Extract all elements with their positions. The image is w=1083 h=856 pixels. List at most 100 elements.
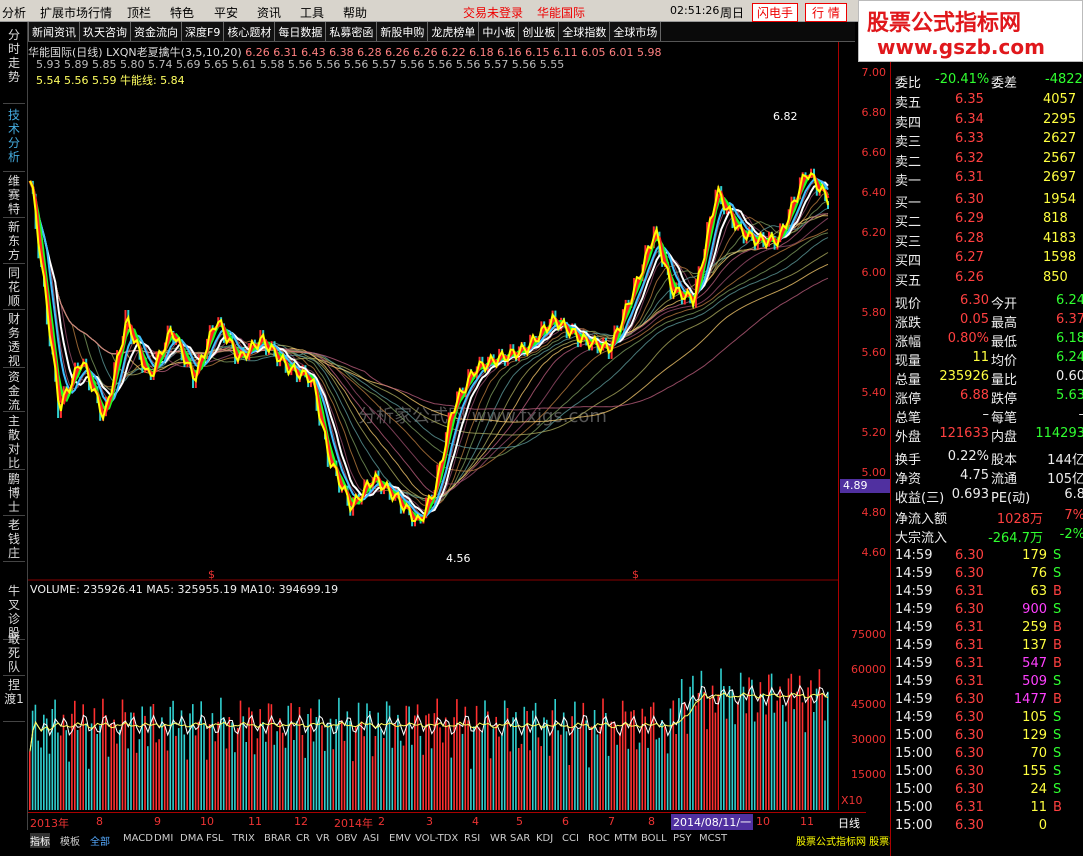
volume-bar bbox=[517, 748, 520, 810]
tab-brar[interactable]: BRAR bbox=[264, 833, 291, 844]
volume-bar bbox=[546, 719, 548, 810]
ask-row[interactable]: 卖四 6.34 2295 bbox=[893, 110, 1083, 131]
stat-value: – bbox=[1033, 407, 1083, 422]
tab-macd[interactable]: MACD bbox=[123, 833, 153, 844]
bid-row[interactable]: 买二 6.29 818 bbox=[893, 209, 1083, 230]
side-tab[interactable]: 资金流 bbox=[3, 370, 25, 412]
side-tab[interactable]: 财务透视 bbox=[3, 312, 25, 368]
tab-rsi[interactable]: RSI bbox=[464, 833, 480, 844]
volume-bar bbox=[31, 710, 34, 810]
side-tab[interactable]: 敢死队 bbox=[3, 632, 25, 676]
side-tab[interactable]: 主散对比 bbox=[3, 414, 25, 470]
tab-indicators[interactable]: 指标 bbox=[30, 833, 50, 848]
bid-row[interactable]: 买一 6.30 1954 bbox=[893, 190, 1083, 211]
menu-help[interactable]: 帮助 bbox=[343, 4, 367, 21]
tick-row[interactable]: 14:59 6.30 900 S bbox=[893, 600, 1083, 619]
tick-row[interactable]: 14:59 6.31 63 B bbox=[893, 582, 1083, 601]
tick-row[interactable]: 15:00 6.31 11 B bbox=[893, 798, 1083, 817]
ask-row[interactable]: 卖三 6.33 2627 bbox=[893, 129, 1083, 150]
bid-row[interactable]: 买五 6.26 850 bbox=[893, 268, 1083, 289]
toolbar-item[interactable]: 新股申购 bbox=[377, 22, 429, 41]
toolbar-item[interactable]: 新闻资讯 bbox=[29, 22, 80, 41]
tick-row[interactable]: 15:00 6.30 129 S bbox=[893, 726, 1083, 745]
tab-all[interactable]: 全部 bbox=[90, 833, 110, 848]
tab-templates[interactable]: 模板 bbox=[60, 833, 80, 848]
tab-vol-tdx[interactable]: VOL-TDX bbox=[415, 833, 458, 844]
tab-boll[interactable]: BOLL bbox=[641, 833, 667, 844]
side-tab[interactable]: 捏渡1 bbox=[3, 678, 25, 722]
bid-level: 买二 bbox=[895, 215, 922, 230]
toolbar-item[interactable]: 龙虎榜单 bbox=[428, 22, 480, 41]
side-tab[interactable]: 同花顺 bbox=[3, 266, 25, 310]
tab-emv[interactable]: EMV bbox=[389, 833, 411, 844]
tick-row[interactable]: 15:00 6.30 155 S bbox=[893, 762, 1083, 781]
tab-sar[interactable]: SAR bbox=[510, 833, 530, 844]
volume-bar bbox=[287, 705, 290, 810]
tab-psy[interactable]: PSY bbox=[673, 833, 692, 844]
tab-asi[interactable]: ASI bbox=[363, 833, 379, 844]
menu-tools[interactable]: 工具 bbox=[300, 4, 324, 21]
bid-row[interactable]: 买三 6.28 4183 bbox=[893, 229, 1083, 250]
toolbar-item[interactable]: 全球市场 bbox=[610, 22, 662, 41]
tab-roc[interactable]: ROC bbox=[588, 833, 610, 844]
period-label[interactable]: 日线 bbox=[838, 815, 860, 831]
tab-trix[interactable]: TRIX bbox=[232, 833, 255, 844]
toolbar-item[interactable]: 资金流向 bbox=[131, 22, 182, 41]
tab-kdj[interactable]: KDJ bbox=[536, 833, 553, 844]
side-tab[interactable]: 鹏博士 bbox=[3, 472, 25, 516]
tick-row[interactable]: 14:59 6.30 1477 B bbox=[893, 690, 1083, 709]
tick-row[interactable]: 15:00 6.30 70 S bbox=[893, 744, 1083, 763]
toolbar-item[interactable]: 核心题材 bbox=[224, 22, 276, 41]
menu-pingan[interactable]: 平安 bbox=[214, 4, 238, 21]
menu-news[interactable]: 资讯 bbox=[257, 4, 281, 21]
tick-row[interactable]: 14:59 6.30 105 S bbox=[893, 708, 1083, 727]
ask-row[interactable]: 卖二 6.32 2567 bbox=[893, 149, 1083, 170]
date-tick: 5 bbox=[516, 815, 523, 828]
tick-row[interactable]: 14:59 6.30 179 S bbox=[893, 546, 1083, 565]
menu-analysis[interactable]: 分析 bbox=[2, 4, 26, 21]
toolbar-item[interactable]: 每日数据 bbox=[275, 22, 327, 41]
price-tick: 4.60 bbox=[861, 546, 887, 559]
tick-row[interactable]: 14:59 6.31 137 B bbox=[893, 636, 1083, 655]
flash-order-button[interactable]: 闪电手 bbox=[752, 3, 799, 22]
toolbar-item[interactable]: 私募密函 bbox=[326, 22, 378, 41]
tick-row[interactable]: 14:59 6.31 509 S bbox=[893, 672, 1083, 691]
side-tab[interactable]: 新东方 bbox=[3, 220, 25, 264]
tab-mcst[interactable]: MCST bbox=[699, 833, 727, 844]
tick-row[interactable]: 14:59 6.30 76 S bbox=[893, 564, 1083, 583]
toolbar-item[interactable]: 全球指数 bbox=[559, 22, 611, 41]
menu-top-bar[interactable]: 顶栏 bbox=[127, 4, 151, 21]
tab-dma[interactable]: DMA bbox=[180, 833, 203, 844]
tab-dmi[interactable]: DMI bbox=[154, 833, 173, 844]
trade-status[interactable]: 交易未登录 bbox=[463, 4, 523, 21]
side-tab[interactable]: 维赛特 bbox=[3, 174, 25, 218]
tick-row[interactable]: 14:59 6.31 547 B bbox=[893, 654, 1083, 673]
toolbar-item[interactable]: 深度F9 bbox=[182, 22, 225, 41]
tick-row[interactable]: 15:00 6.30 0 bbox=[893, 816, 1083, 835]
kline-chart[interactable]: 分析家公式网 www.fxjgs.com 6.82 4.56 $ $ bbox=[28, 42, 838, 810]
tab-fsl[interactable]: FSL bbox=[206, 833, 224, 844]
ask-price: 6.35 bbox=[955, 92, 984, 107]
volume-bar bbox=[543, 717, 545, 810]
tick-row[interactable]: 14:59 6.31 259 B bbox=[893, 618, 1083, 637]
side-tab-technical[interactable]: 技术分析 bbox=[3, 108, 25, 172]
toolbar-item[interactable]: 玖天咨询 bbox=[80, 22, 131, 41]
tab-cr[interactable]: CR bbox=[296, 833, 310, 844]
volume-bar bbox=[689, 686, 691, 810]
toolbar-item[interactable]: 中小板 bbox=[479, 22, 520, 41]
tick-row[interactable]: 15:00 6.30 24 S bbox=[893, 780, 1083, 799]
tab-mtm[interactable]: MTM bbox=[614, 833, 637, 844]
side-tab[interactable]: 老钱庄 bbox=[3, 518, 25, 562]
quote-button[interactable]: 行 情 bbox=[805, 3, 847, 22]
side-tab-intraday[interactable]: 分时走势 bbox=[3, 28, 25, 104]
tab-obv[interactable]: OBV bbox=[336, 833, 357, 844]
toolbar-item[interactable]: 创业板 bbox=[519, 22, 560, 41]
bid-row[interactable]: 买四 6.27 1598 bbox=[893, 248, 1083, 269]
menu-extended-market[interactable]: 扩展市场行情 bbox=[40, 4, 112, 21]
ask-row[interactable]: 卖五 6.35 4057 bbox=[893, 90, 1083, 111]
tab-wr[interactable]: WR bbox=[490, 833, 507, 844]
ask-row[interactable]: 卖一 6.31 2697 bbox=[893, 168, 1083, 189]
tab-vr[interactable]: VR bbox=[316, 833, 330, 844]
menu-features[interactable]: 特色 bbox=[170, 4, 194, 21]
tab-cci[interactable]: CCI bbox=[562, 833, 579, 844]
